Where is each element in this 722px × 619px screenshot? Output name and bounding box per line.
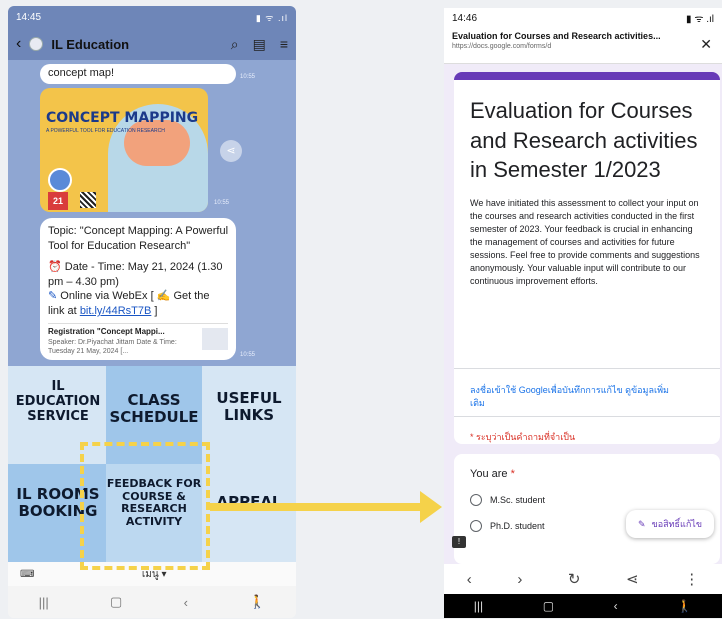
- form-description: We have initiated this assessment to col…: [470, 198, 700, 287]
- radio-button[interactable]: [470, 494, 482, 506]
- preview-thumbnail: [202, 328, 228, 351]
- search-icon[interactable]: ⌕: [231, 36, 239, 53]
- refresh-icon[interactable]: ↻: [568, 570, 581, 588]
- pencil-icon: ✎: [638, 518, 646, 529]
- form-title: Evaluation for Courses and Research acti…: [470, 98, 698, 183]
- arrow-icon: [420, 491, 442, 523]
- link-end: ]: [154, 305, 158, 318]
- option-label: Ph.D. student: [490, 521, 545, 531]
- preview-subtitle: Speaker: Dr.Piyachat Jittam Date & Time:…: [48, 338, 177, 356]
- system-nav: ||| ▢ ‹ 🚶: [444, 594, 722, 618]
- status-bar: 14:46 ▮ ᯤ .ıl: [444, 8, 722, 28]
- share-icon[interactable]: ⋖: [626, 570, 639, 588]
- brain-graphic: [124, 120, 190, 166]
- highlight-frame: [80, 442, 210, 570]
- status-time: 14:46: [452, 12, 478, 24]
- radio-option[interactable]: M.Sc. student: [470, 494, 704, 506]
- keyboard-icon[interactable]: ⌨: [20, 569, 34, 580]
- poster-subtitle: A POWERFUL TOOL FOR EDUCATION RESEARCH: [46, 128, 165, 134]
- qr-code: [80, 192, 96, 208]
- accessibility-icon[interactable]: 🚶: [249, 594, 265, 610]
- question-label: You are: [470, 468, 508, 480]
- chat-area: concept map! 10:55 CONCEPT MAPPING A POW…: [8, 60, 296, 366]
- divider: [454, 368, 720, 369]
- page-title: Evaluation for Courses and Research acti…: [452, 31, 661, 41]
- message-time: 10:55: [240, 74, 256, 80]
- back-button[interactable]: ‹: [184, 595, 188, 610]
- hand-icon: ✍: [156, 290, 171, 303]
- chat-header: ‹ IL Education ⌕ ▤ ≡: [8, 28, 296, 60]
- menu-useful-links[interactable]: USEFUL LINKS: [202, 366, 296, 464]
- request-edit-label: ขอสิทธิ์แก้ไข: [651, 519, 702, 529]
- browser-toolbar: ‹ › ↻ ⋖ ⋮: [444, 564, 722, 594]
- menu-icon[interactable]: ≡: [280, 36, 288, 52]
- radio-button[interactable]: [470, 520, 482, 532]
- poster-image[interactable]: CONCEPT MAPPING A POWERFUL TOOL FOR EDUC…: [40, 88, 208, 212]
- preview-title: Registration "Concept Mappi...: [48, 327, 165, 337]
- back-icon[interactable]: ‹: [16, 35, 21, 53]
- pen-icon: ✎: [48, 290, 58, 303]
- status-time: 14:45: [16, 11, 42, 23]
- online-prefix: Online via WebEx [: [60, 290, 154, 303]
- message-online-row: ✎ Online via WebEx [ ✍ Get the link at b…: [48, 289, 228, 319]
- status-icons: ▮ ᯤ .ıl: [255, 12, 288, 23]
- connector-line: [210, 503, 426, 511]
- message-time: 10:55: [240, 352, 256, 358]
- message-topic: Topic: "Concept Mapping: A Powerful Tool…: [48, 225, 229, 252]
- close-icon[interactable]: ✕: [700, 36, 712, 53]
- home-button[interactable]: ▢: [543, 599, 554, 613]
- divider: [454, 416, 720, 417]
- shield-icon: [29, 37, 44, 51]
- request-edit-button[interactable]: ✎ ขอสิทธิ์แก้ไข: [626, 510, 714, 538]
- poster-date: 21: [48, 192, 68, 210]
- browser-url-bar: Evaluation for Courses and Research acti…: [444, 28, 722, 64]
- recents-button[interactable]: |||: [39, 595, 49, 610]
- right-phone: 14:46 ▮ ᯤ .ıl Evaluation for Courses and…: [444, 8, 722, 618]
- home-button[interactable]: ▢: [110, 594, 122, 610]
- required-note: * ระบุว่าเป็นคำถามที่จำเป็น: [470, 432, 576, 442]
- link-preview[interactable]: Registration "Concept Mappi... Speaker: …: [48, 323, 228, 357]
- required-star: *: [510, 468, 515, 480]
- option-label: M.Sc. student: [490, 495, 546, 505]
- accessibility-icon[interactable]: 🚶: [677, 599, 692, 613]
- question-card: You are * M.Sc. student Ph.D. student: [454, 454, 720, 564]
- feedback-icon[interactable]: !: [452, 536, 466, 548]
- notes-icon[interactable]: ▤: [253, 36, 266, 53]
- alarm-icon: ⏰: [48, 260, 62, 273]
- chat-title: IL Education: [51, 36, 130, 52]
- more-icon[interactable]: ⋮: [684, 570, 699, 588]
- question-title: You are *: [470, 468, 704, 480]
- share-icon[interactable]: ⋖: [220, 140, 242, 162]
- status-bar: 14:45 ▮ ᯤ .ıl: [8, 6, 296, 28]
- system-nav: ||| ▢ ‹ 🚶: [8, 586, 296, 618]
- form-header-card: Evaluation for Courses and Research acti…: [454, 72, 720, 444]
- page-url[interactable]: https://docs.google.com/forms/d: [452, 43, 714, 50]
- message-datetime-row: ⏰ Date - Time: May 21, 2024 (1.30 pm – 4…: [48, 260, 228, 290]
- forward-arrow-icon[interactable]: ›: [517, 571, 522, 588]
- recents-button[interactable]: |||: [474, 599, 483, 613]
- message-time: 10:55: [214, 200, 230, 206]
- menu-appeal[interactable]: APPEAL: [202, 464, 296, 562]
- back-button[interactable]: ‹: [614, 599, 618, 613]
- speaker-avatar: [48, 168, 72, 192]
- registration-link[interactable]: bit.ly/44RsT7B: [80, 305, 152, 317]
- signin-link[interactable]: ลงชื่อเข้าใช้ Googleเพื่อบันทึกการแก้ไข …: [470, 384, 670, 409]
- message-bubble: concept map!: [40, 64, 236, 84]
- poster-title: CONCEPT MAPPING: [46, 110, 199, 126]
- status-icons: ▮ ᯤ .ıl: [686, 14, 714, 25]
- message-datetime: Date - Time: May 21, 2024 (1.30 pm – 4.3…: [48, 260, 223, 288]
- back-arrow-icon[interactable]: ‹: [467, 571, 472, 588]
- message-bubble: Topic: "Concept Mapping: A Powerful Tool…: [40, 218, 236, 360]
